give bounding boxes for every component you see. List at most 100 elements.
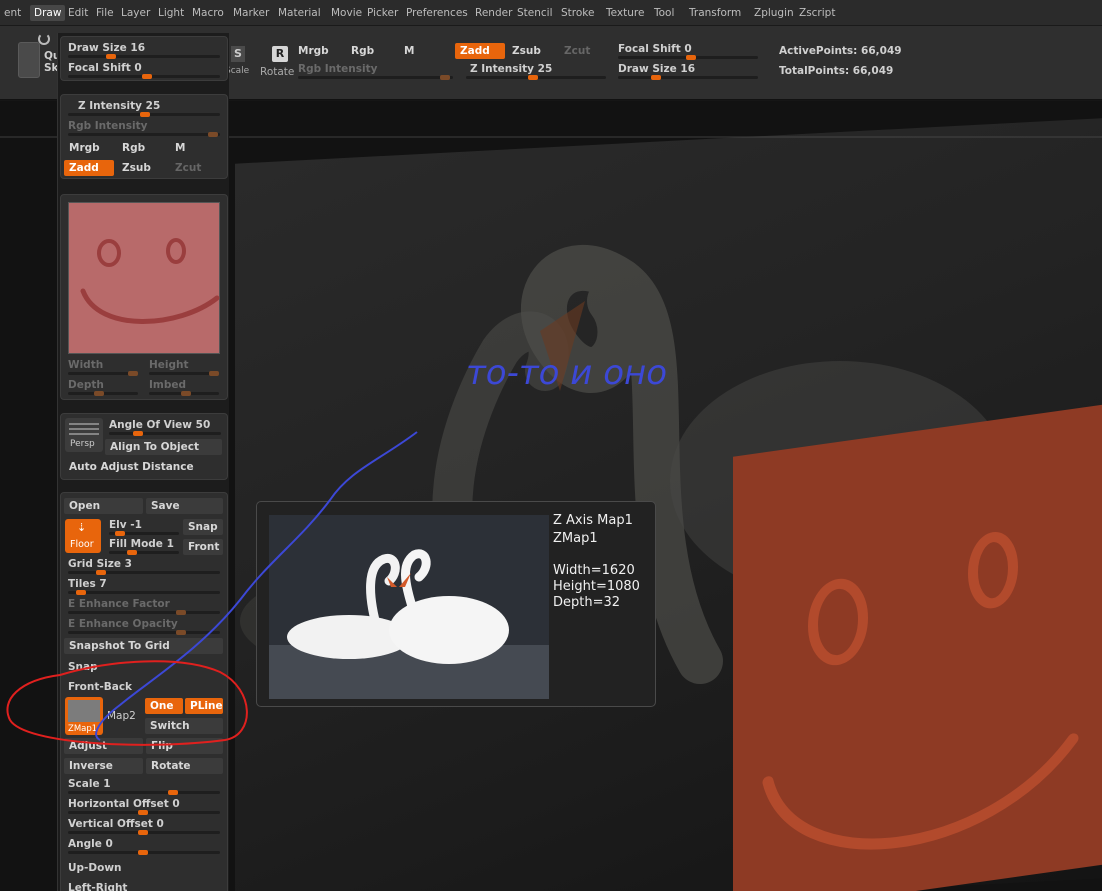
menu-ent[interactable]: ent <box>0 5 25 21</box>
focal-shift-slider[interactable] <box>68 74 220 79</box>
angle-of-view-slider[interactable] <box>109 431 221 436</box>
pline-button[interactable]: PLine <box>185 698 223 714</box>
z-intensity-slider[interactable] <box>466 75 606 80</box>
popup-title: Z Axis Map1 <box>553 513 633 528</box>
draw-size-slider[interactable] <box>618 75 758 80</box>
zmap-info-popup: Z Axis Map1 ZMap1 Width=1620 Height=1080… <box>256 501 656 707</box>
m-button[interactable]: M <box>170 140 220 156</box>
rgb-intensity-slider[interactable] <box>298 75 453 80</box>
left-right-label[interactable]: Left-Right <box>68 882 127 891</box>
intensity-group: Z Intensity 25 Rgb Intensity Mrgb Rgb M … <box>60 94 228 179</box>
switch-button[interactable]: Switch <box>145 718 223 734</box>
menu-draw[interactable]: Draw <box>30 5 66 21</box>
menu-preferences[interactable]: Preferences <box>402 5 472 21</box>
zcut-button[interactable]: Zcut <box>170 160 220 176</box>
floor-button[interactable]: ⇣ Floor <box>65 519 101 553</box>
horizontal-offset-label: Horizontal Offset 0 <box>68 798 180 810</box>
snapshot-to-grid-button[interactable]: Snapshot To Grid <box>64 638 223 654</box>
focal-shift-slider[interactable] <box>618 55 758 60</box>
menu-file[interactable]: File <box>92 5 118 21</box>
fill-mode-slider[interactable] <box>109 550 179 555</box>
menu-marker[interactable]: Marker <box>229 5 273 21</box>
menu-stroke[interactable]: Stroke <box>557 5 598 21</box>
menu-light[interactable]: Light <box>154 5 188 21</box>
m-button[interactable]: M <box>399 43 449 59</box>
align-to-object-button[interactable]: Align To Object <box>105 439 222 455</box>
rgb-button[interactable]: Rgb <box>346 43 396 59</box>
menu-movie[interactable]: Movie <box>327 5 366 21</box>
depth-slider[interactable] <box>68 391 138 396</box>
imbed-slider[interactable] <box>149 391 219 396</box>
e-enhance-factor-label: E Enhance Factor <box>68 598 170 610</box>
alpha-thumbnail[interactable] <box>68 202 220 354</box>
auto-adjust-distance-button[interactable]: Auto Adjust Distance <box>64 459 222 475</box>
persp-label: Persp <box>70 439 95 449</box>
menu-stencil[interactable]: Stencil <box>513 5 557 21</box>
zadd-button[interactable]: Zadd <box>455 43 505 59</box>
scale-slider[interactable] <box>68 790 220 795</box>
inverse-button[interactable]: Inverse <box>64 758 143 774</box>
z-intensity-slider[interactable] <box>68 112 220 117</box>
rgb-intensity-slider[interactable] <box>68 132 220 137</box>
save-button[interactable]: Save <box>146 498 223 514</box>
handwritten-annotation: то-то и оно <box>466 353 668 393</box>
rgb-intensity-label: Rgb Intensity <box>298 63 378 75</box>
zsub-button[interactable]: Zsub <box>507 43 557 59</box>
draw-size-slider[interactable] <box>68 54 220 59</box>
zmap1-thumbnail[interactable]: ZMap1 <box>65 697 103 735</box>
scale-button[interactable]: S <box>231 46 245 62</box>
menu-zplugin[interactable]: Zplugin <box>750 5 798 21</box>
vertical-offset-label: Vertical Offset 0 <box>68 818 164 830</box>
e-enhance-factor-slider[interactable] <box>68 610 220 615</box>
zcut-button[interactable]: Zcut <box>559 43 609 59</box>
menu-edit[interactable]: Edit <box>64 5 92 21</box>
popup-width: Width=1620 <box>553 563 635 578</box>
popup-depth: Depth=32 <box>553 595 621 610</box>
menu-tool[interactable]: Tool <box>650 5 678 21</box>
menu-render[interactable]: Render <box>471 5 516 21</box>
zsub-button[interactable]: Zsub <box>117 160 167 176</box>
front-button[interactable]: Front <box>183 539 223 555</box>
angle-slider[interactable] <box>68 850 220 855</box>
grid-size-slider[interactable] <box>68 570 220 575</box>
up-down-label[interactable]: Up-Down <box>68 862 122 874</box>
menu-transform[interactable]: Transform <box>685 5 745 21</box>
brush-size-group: Draw Size 16 Focal Shift 0 <box>60 36 228 81</box>
zmap1-label: ZMap1 <box>68 724 98 734</box>
menu-zscript[interactable]: Zscript <box>795 5 839 21</box>
elv-slider[interactable] <box>109 531 179 536</box>
one-button[interactable]: One <box>145 698 183 714</box>
vertical-offset-slider[interactable] <box>68 830 220 835</box>
height-slider[interactable] <box>149 371 219 376</box>
width-slider[interactable] <box>68 371 138 376</box>
active-points-readout: ActivePoints: 66,049 <box>779 45 902 57</box>
quick-sketch-button[interactable] <box>18 42 40 78</box>
rotate-button[interactable]: Rotate <box>146 758 223 774</box>
rgb-button[interactable]: Rgb <box>117 140 167 156</box>
adjust-button[interactable]: Adjust <box>64 738 143 754</box>
zadd-button[interactable]: Zadd <box>64 160 114 176</box>
menu-texture[interactable]: Texture <box>602 5 648 21</box>
draw-size-label: Draw Size 16 <box>618 63 695 75</box>
menu-macro[interactable]: Macro <box>188 5 228 21</box>
scale-label: Scale 1 <box>68 778 111 790</box>
open-button[interactable]: Open <box>64 498 143 514</box>
persp-button[interactable]: Persp <box>65 418 103 452</box>
menu-picker[interactable]: Picker <box>363 5 402 21</box>
tiles-slider[interactable] <box>68 590 220 595</box>
snap-button[interactable]: Snap <box>183 519 223 535</box>
draw-size-label: Draw Size 16 <box>68 42 145 54</box>
perspective-group: Persp Angle Of View 50 Align To Object A… <box>60 413 228 480</box>
flip-button[interactable]: Flip <box>146 738 223 754</box>
e-enhance-opacity-slider[interactable] <box>68 630 220 635</box>
rotate-icon[interactable]: R <box>272 46 288 62</box>
horizontal-offset-slider[interactable] <box>68 810 220 815</box>
menu-material[interactable]: Material <box>274 5 325 21</box>
palette-refresh-icon[interactable] <box>38 33 50 45</box>
imbed-label: Imbed <box>149 379 187 391</box>
persp-icon <box>69 423 99 435</box>
mrgb-button[interactable]: Mrgb <box>293 43 343 59</box>
total-points-readout: TotalPoints: 66,049 <box>779 65 894 77</box>
mrgb-button[interactable]: Mrgb <box>64 140 114 156</box>
menu-layer[interactable]: Layer <box>117 5 154 21</box>
